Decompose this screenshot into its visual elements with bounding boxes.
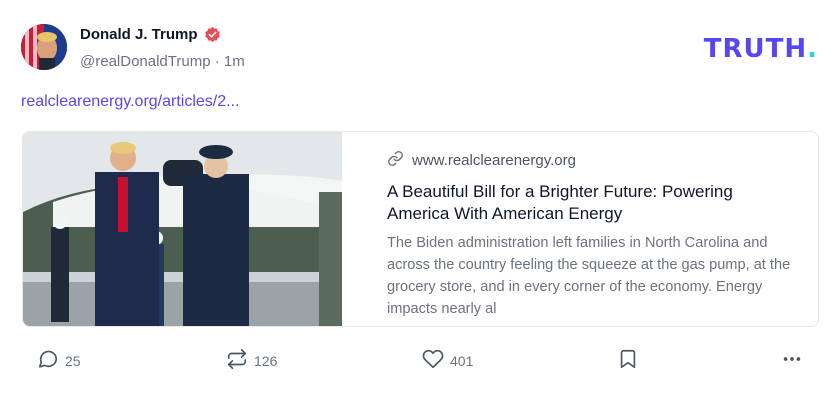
repost-icon (226, 348, 248, 373)
heart-icon (422, 348, 444, 373)
author-meta: @realDonaldTrump · 1m (80, 53, 245, 70)
like-count: 401 (450, 352, 474, 369)
reply-icon (37, 348, 59, 373)
link-preview-card[interactable]: www.realclearenergy.org A Beautiful Bill… (22, 131, 819, 327)
more-options-button[interactable] (781, 348, 803, 373)
meta-separator: · (214, 53, 220, 70)
truth-logo[interactable]: TRUTH. (704, 34, 818, 64)
link-preview-domain-row: www.realclearenergy.org (387, 150, 818, 171)
like-button[interactable]: 401 (422, 348, 473, 373)
author-name-row: Donald J. Trump (80, 26, 221, 43)
post-action-bar: 25 126 401 (0, 348, 840, 378)
author-display-name[interactable]: Donald J. Trump (80, 26, 198, 43)
link-preview-title: A Beautiful Bill for a Brighter Future: … (387, 182, 733, 223)
link-preview-description: The Biden administration left families i… (387, 235, 791, 317)
post-timestamp[interactable]: 1m (224, 53, 245, 70)
bookmark-icon (617, 348, 639, 373)
reply-count: 25 (65, 352, 81, 369)
link-icon (387, 150, 404, 171)
more-icon (781, 348, 803, 373)
reply-button[interactable]: 25 (37, 348, 81, 373)
author-handle[interactable]: @realDonaldTrump (80, 53, 211, 70)
link-preview-image (23, 132, 373, 326)
verified-badge-icon (204, 26, 221, 43)
post-link[interactable]: realclearenergy.org/articles/2... (21, 93, 239, 111)
avatar-image (21, 24, 67, 70)
bookmark-button[interactable] (617, 348, 639, 373)
avatar[interactable] (21, 24, 67, 70)
link-preview-domain: www.realclearenergy.org (412, 152, 576, 169)
repost-count: 126 (254, 352, 278, 369)
link-preview-body: www.realclearenergy.org A Beautiful Bill… (342, 132, 818, 326)
repost-button[interactable]: 126 (226, 348, 277, 373)
logo-dot: . (807, 34, 818, 64)
logo-text: TRUTH (703, 34, 808, 64)
